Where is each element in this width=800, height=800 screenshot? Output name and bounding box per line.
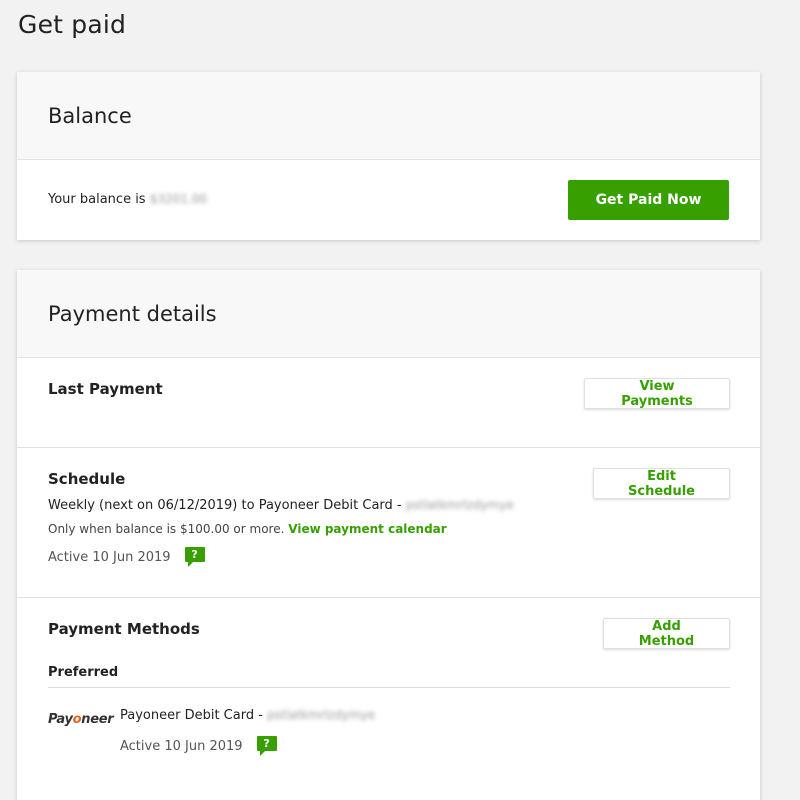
page-title: Get paid: [18, 10, 127, 39]
payment-method-name-row: Payoneer Debit Card - pstlatkmrlzdymye: [120, 708, 375, 723]
schedule-frequency: Weekly (next on 06/12/2019) to Payoneer …: [48, 498, 730, 513]
balance-heading: Balance: [48, 103, 132, 128]
payment-details-heading: Payment details: [48, 301, 217, 326]
schedule-condition: Only when balance is $100.00 or more. Vi…: [48, 522, 730, 536]
add-method-button[interactable]: Add Method: [603, 618, 730, 649]
balance-row: Your balance is $3201.00 Get Paid Now: [17, 160, 760, 239]
schedule-condition-text: Only when balance is $100.00 or more.: [48, 522, 285, 536]
payoneer-logo: Payoneer: [48, 712, 114, 727]
payment-method-account-masked: pstlatkmrlzdymye: [267, 708, 376, 722]
payment-method-item: Payoneer Payoneer Debit Card - pstlatkmr…: [48, 708, 730, 756]
preferred-label: Preferred: [48, 665, 730, 688]
schedule-section: Schedule Edit Schedule Weekly (next on 0…: [17, 448, 760, 598]
payment-method-active-text: Active 10 Jun 2019: [120, 739, 243, 754]
balance-card: Balance Your balance is $3201.00 Get Pai…: [17, 72, 760, 240]
balance-text: Your balance is $3201.00: [48, 192, 207, 207]
payment-details-header: Payment details: [17, 270, 760, 358]
payment-method-name: Payoneer Debit Card -: [120, 708, 263, 723]
view-payment-calendar-link[interactable]: View payment calendar: [288, 522, 446, 536]
payment-methods-section: Payment Methods Add Method Preferred Pay…: [17, 598, 760, 800]
payment-method-info: Payoneer Debit Card - pstlatkmrlzdymye A…: [120, 708, 375, 756]
question-bubble-icon[interactable]: ?: [184, 547, 205, 567]
question-bubble-icon[interactable]: ?: [256, 736, 277, 756]
schedule-active-row: Active 10 Jun 2019 ?: [48, 547, 730, 567]
edit-schedule-button[interactable]: Edit Schedule: [593, 468, 730, 499]
get-paid-now-button[interactable]: Get Paid Now: [568, 179, 729, 220]
balance-card-header: Balance: [17, 72, 760, 160]
schedule-frequency-text: Weekly (next on 06/12/2019) to Payoneer …: [48, 498, 402, 513]
schedule-account-masked: pstlatkmrlzdymye: [405, 498, 514, 512]
schedule-active-text: Active 10 Jun 2019: [48, 550, 171, 565]
payment-details-card: Payment details Last Payment View Paymen…: [17, 270, 760, 800]
view-payments-button[interactable]: View Payments: [584, 378, 730, 409]
balance-amount: $3201.00: [149, 192, 207, 206]
payment-method-active-row: Active 10 Jun 2019 ?: [120, 736, 375, 756]
balance-label: Your balance is: [48, 192, 146, 207]
last-payment-section: Last Payment View Payments: [17, 358, 760, 448]
